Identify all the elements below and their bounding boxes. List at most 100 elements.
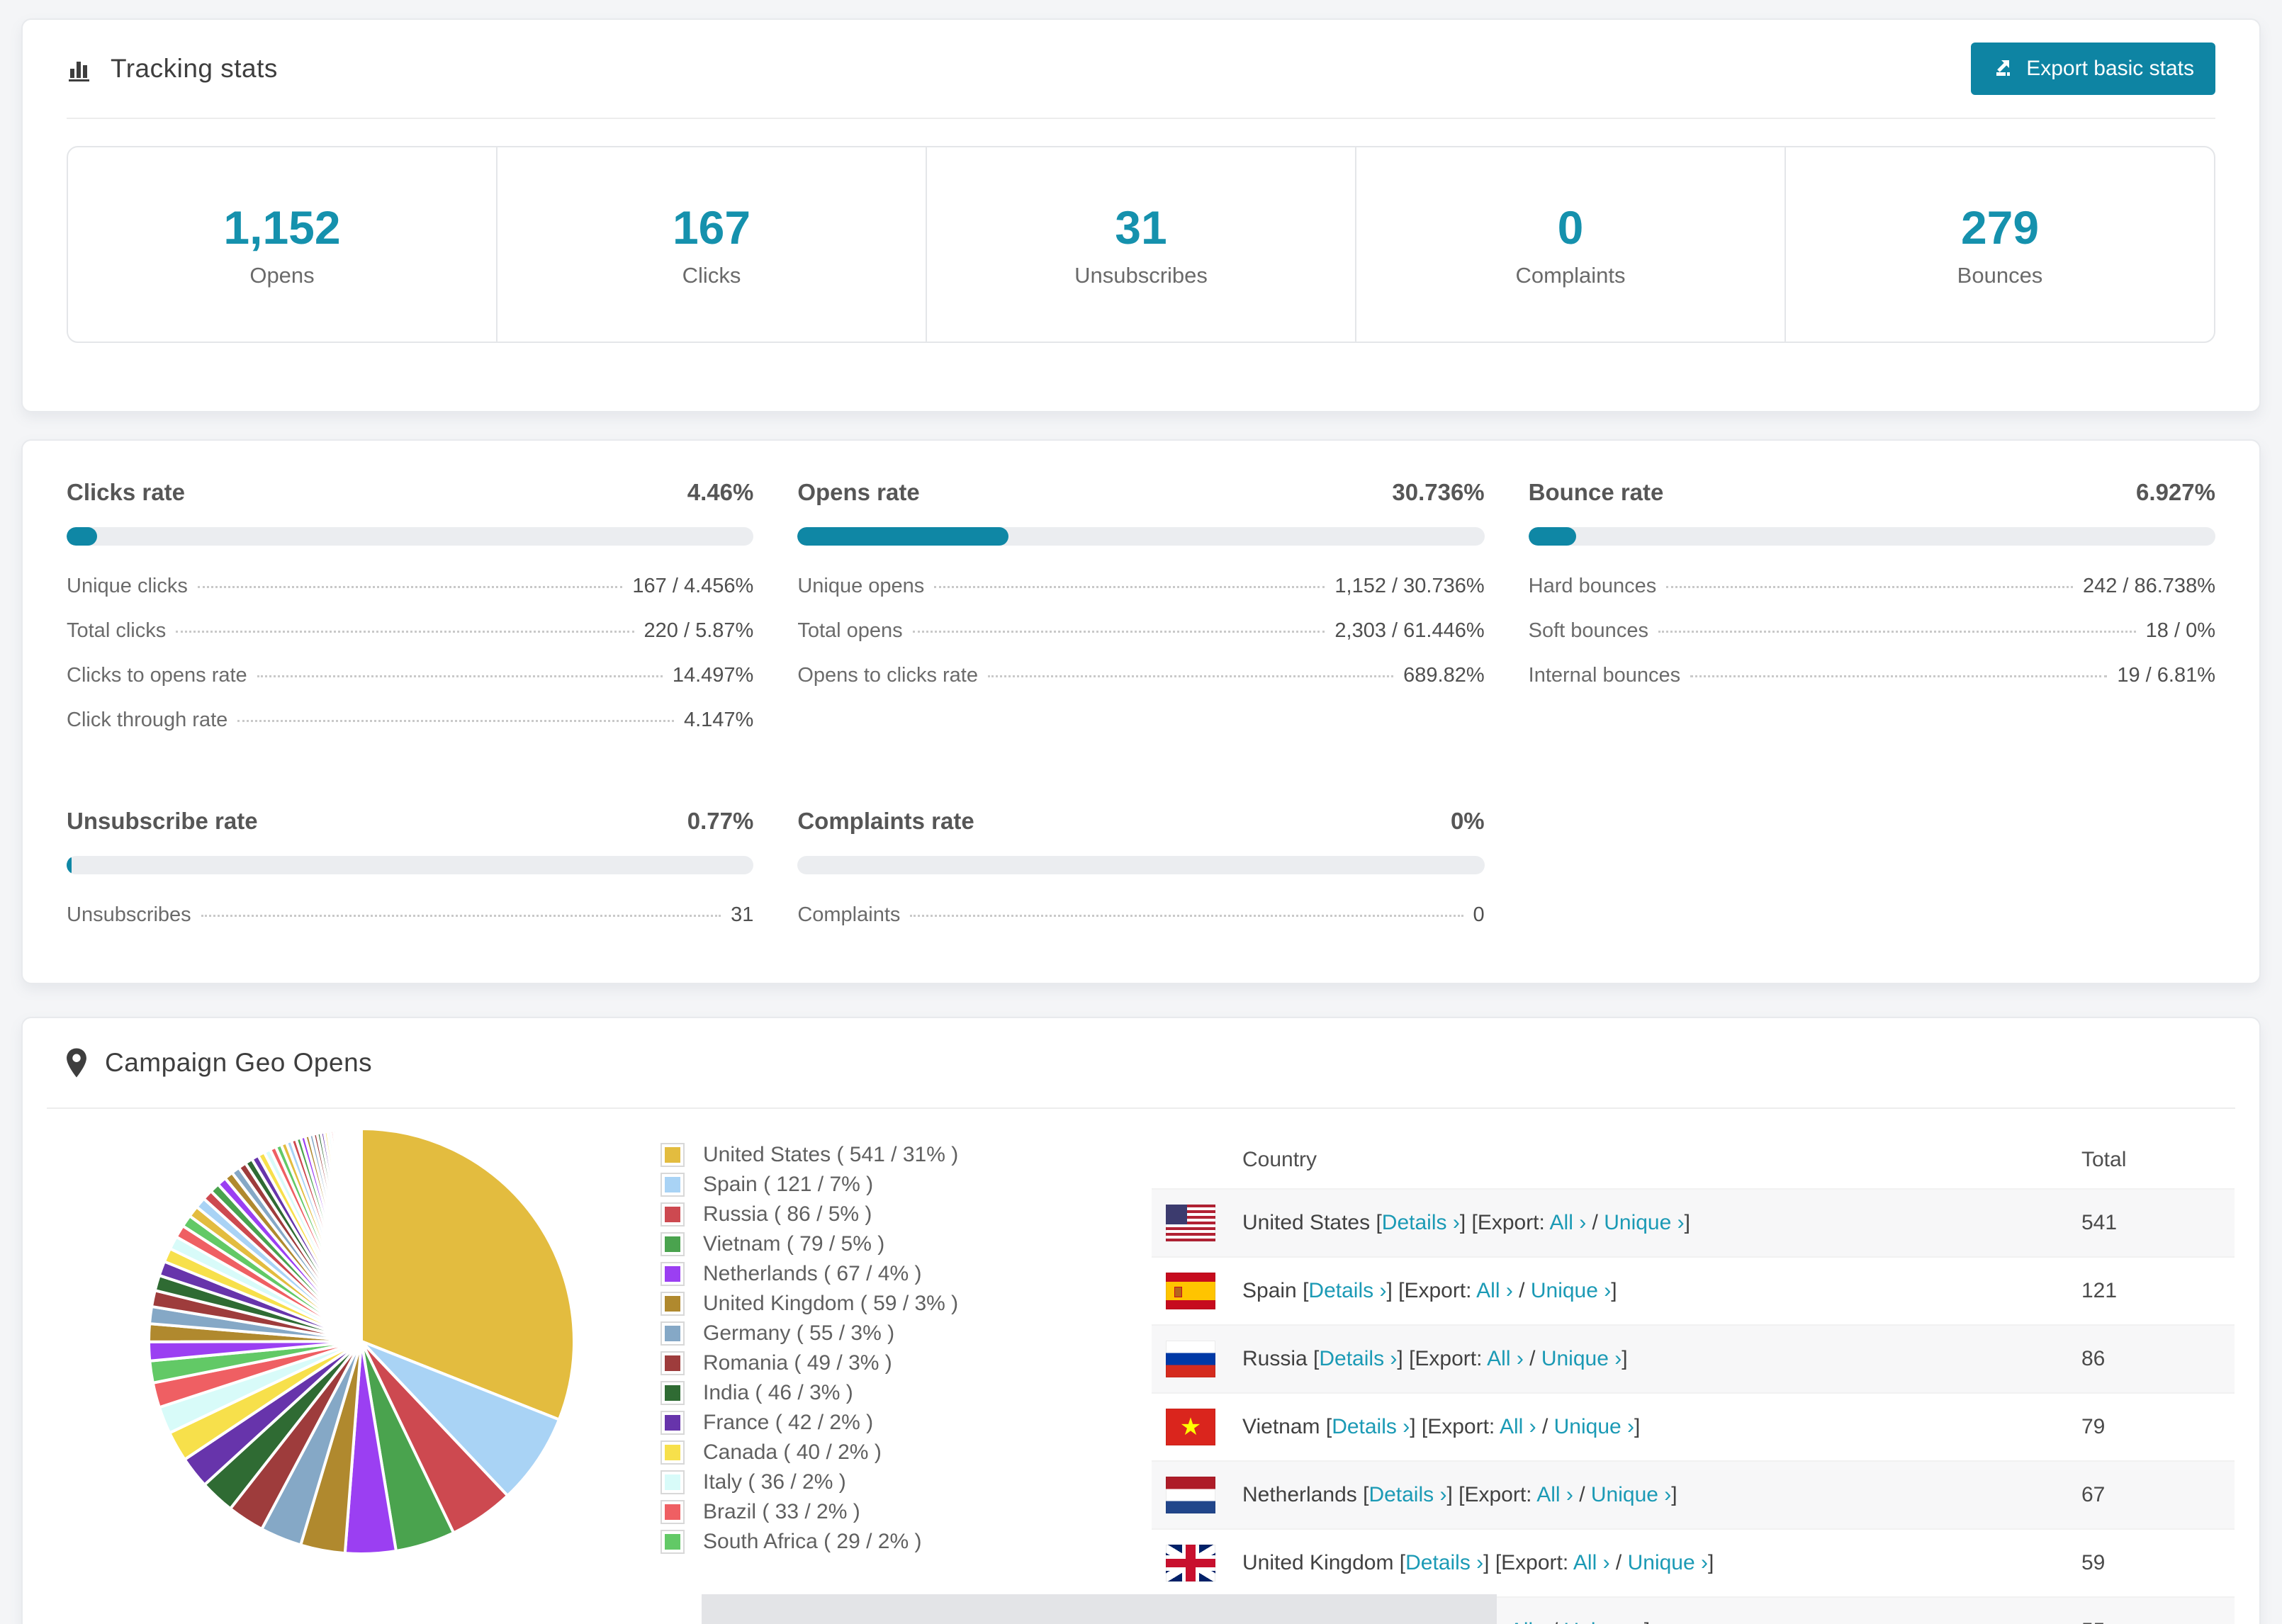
vn-flag-icon: [1166, 1409, 1215, 1445]
export-button-label: Export basic stats: [2026, 57, 2194, 80]
rates-card: Clicks rate 4.46% Unique clicks 167 / 4.456…: [21, 439, 2261, 984]
geo-legend: United States ( 541 / 31% ) Spain ( 121 /…: [661, 1140, 958, 1557]
country-total: 59: [2081, 1551, 2106, 1574]
tracking-stats-card: Tracking stats Export basic stats 1,152 O…: [21, 18, 2261, 412]
rate-detail-value: 242 / 86.738%: [2082, 575, 2215, 597]
legend-item: Romania ( 49 / 3% ): [661, 1348, 958, 1378]
legend-item: Russia ( 86 / 5% ): [661, 1200, 958, 1229]
rate-progress-track: [1528, 527, 2215, 546]
geo-title-wrap: Campaign Geo Opens: [64, 1047, 372, 1078]
gb-flag-icon: [1166, 1545, 1215, 1581]
details-link[interactable]: Details ›: [1332, 1415, 1410, 1438]
country-cell: Russia [Details ›] [Export: All › / Uniq…: [1242, 1347, 1628, 1370]
nl-flag-icon: [1166, 1477, 1215, 1513]
legend-label: Brazil ( 33 / 2% ): [703, 1500, 860, 1523]
rate-value: 0%: [1450, 808, 1485, 834]
export-all-link[interactable]: All ›: [1476, 1279, 1513, 1302]
legend-label: Germany ( 55 / 3% ): [703, 1321, 895, 1345]
legend-label: Romania ( 49 / 3% ): [703, 1351, 892, 1375]
dotted-leader: [910, 915, 1463, 917]
details-link[interactable]: Details ›: [1319, 1347, 1397, 1370]
rate-progress-fill: [1528, 527, 1576, 546]
legend-item: Netherlands ( 67 / 4% ): [661, 1259, 958, 1289]
legend-swatch: [661, 1381, 685, 1405]
export-unique-link[interactable]: Unique ›: [1541, 1347, 1621, 1370]
export-all-link[interactable]: All ›: [1500, 1415, 1536, 1438]
rate-progress-track: [797, 527, 1485, 546]
rate-progress-fill: [67, 527, 98, 546]
dotted-leader: [237, 720, 674, 722]
export-basic-stats-button[interactable]: Export basic stats: [1971, 43, 2215, 95]
rate-detail-row: Internal bounces 19 / 6.81%: [1529, 653, 2215, 698]
rate-title: Bounce rate: [1528, 479, 1664, 505]
country-name: Spain: [1242, 1279, 1297, 1302]
campaign-geo-opens-card: Campaign Geo Opens United States ( 541 /…: [21, 1017, 2261, 1624]
es-flag-icon: [1166, 1273, 1215, 1309]
export-all-link[interactable]: All ›: [1550, 1211, 1587, 1234]
export-all-link[interactable]: All ›: [1510, 1619, 1546, 1624]
legend-swatch: [661, 1202, 685, 1227]
rate-detail-row: Complaints 0: [797, 893, 1484, 937]
map-pin-icon: [64, 1047, 89, 1078]
country-name: Vietnam: [1242, 1415, 1320, 1438]
rate-detail-label: Complaints: [797, 903, 901, 926]
dotted-leader: [1658, 631, 2136, 633]
rate-block-opens-rate: Opens rate 30.736% Unique opens 1,152 / 30.…: [797, 479, 1485, 743]
details-link[interactable]: Details ›: [1405, 1551, 1483, 1574]
country-total: 67: [2081, 1483, 2106, 1506]
pie-slice: [358, 1127, 363, 1342]
details-link[interactable]: Details ›: [1368, 1483, 1446, 1506]
details-link[interactable]: Details ›: [1382, 1211, 1460, 1234]
legend-swatch: [661, 1292, 685, 1316]
export-all-link[interactable]: All ›: [1487, 1347, 1524, 1370]
dotted-leader: [201, 915, 721, 917]
legend-item: Canada ( 40 / 2% ): [661, 1438, 958, 1467]
rate-block-unsubscribe-rate: Unsubscribe rate 0.77% Unsubscribes 31: [67, 808, 754, 937]
country-total: 121: [2081, 1279, 2118, 1302]
rate-detail-label: Opens to clicks rate: [797, 664, 978, 687]
country-cell: Spain [Details ›] [Export: All › / Uniqu…: [1242, 1279, 1617, 1302]
export-unique-link[interactable]: Unique ›: [1604, 1211, 1684, 1234]
rate-detail-value: 18 / 0%: [2145, 619, 2215, 642]
export-unique-link[interactable]: Unique ›: [1531, 1279, 1611, 1302]
legend-item: Brazil ( 33 / 2% ): [661, 1497, 958, 1527]
rate-detail-value: 689.82%: [1403, 664, 1485, 687]
geo-table-row: Russia [Details ›] [Export: All › / Uniq…: [1152, 1324, 2235, 1392]
rate-title: Complaints rate: [797, 808, 974, 834]
geo-title: Campaign Geo Opens: [105, 1048, 373, 1077]
export-all-link[interactable]: All ›: [1573, 1551, 1610, 1574]
geo-table-row: Netherlands [Details ›] [Export: All › /…: [1152, 1460, 2235, 1528]
legend-swatch: [661, 1321, 685, 1346]
geo-pie-chart: [142, 1122, 581, 1561]
legend-item: Vietnam ( 79 / 5% ): [661, 1229, 958, 1259]
dotted-leader: [934, 586, 1325, 588]
rate-value: 6.927%: [2136, 479, 2215, 505]
geo-table: Country Total United States [Details ›] …: [1152, 1132, 2235, 1624]
bar-chart-icon: [67, 55, 95, 83]
legend-swatch: [661, 1351, 685, 1375]
rate-detail-value: 14.497%: [672, 664, 754, 687]
export-unique-link[interactable]: Unique ›: [1564, 1619, 1644, 1624]
legend-label: South Africa ( 29 / 2% ): [703, 1530, 922, 1553]
rate-detail-row: Click through rate 4.147%: [67, 698, 753, 743]
rate-value: 4.46%: [687, 479, 754, 505]
legend-item: South Africa ( 29 / 2% ): [661, 1527, 958, 1557]
legend-item: Spain ( 121 / 7% ): [661, 1170, 958, 1200]
export-unique-link[interactable]: Unique ›: [1554, 1415, 1634, 1438]
country-cell: Netherlands [Details ›] [Export: All › /…: [1242, 1483, 1677, 1506]
export-all-link[interactable]: All ›: [1536, 1483, 1573, 1506]
rate-progress-fill: [797, 527, 1009, 546]
country-name: United States: [1242, 1211, 1371, 1234]
country-cell: United States [Details ›] [Export: All ›…: [1242, 1211, 1690, 1234]
details-link[interactable]: Details ›: [1308, 1279, 1386, 1302]
rate-detail-row: Soft bounces 18 / 0%: [1529, 609, 2215, 653]
tracking-stats-title-wrap: Tracking stats: [67, 54, 278, 84]
export-unique-link[interactable]: Unique ›: [1591, 1483, 1671, 1506]
legend-swatch: [661, 1411, 685, 1435]
legend-item: United States ( 541 / 31% ): [661, 1140, 958, 1170]
legend-swatch: [661, 1232, 685, 1256]
export-unique-link[interactable]: Unique ›: [1628, 1551, 1708, 1574]
legend-item: Italy ( 36 / 2% ): [661, 1467, 958, 1497]
rate-detail-value: 19 / 6.81%: [2117, 664, 2215, 687]
legend-swatch: [661, 1440, 685, 1465]
